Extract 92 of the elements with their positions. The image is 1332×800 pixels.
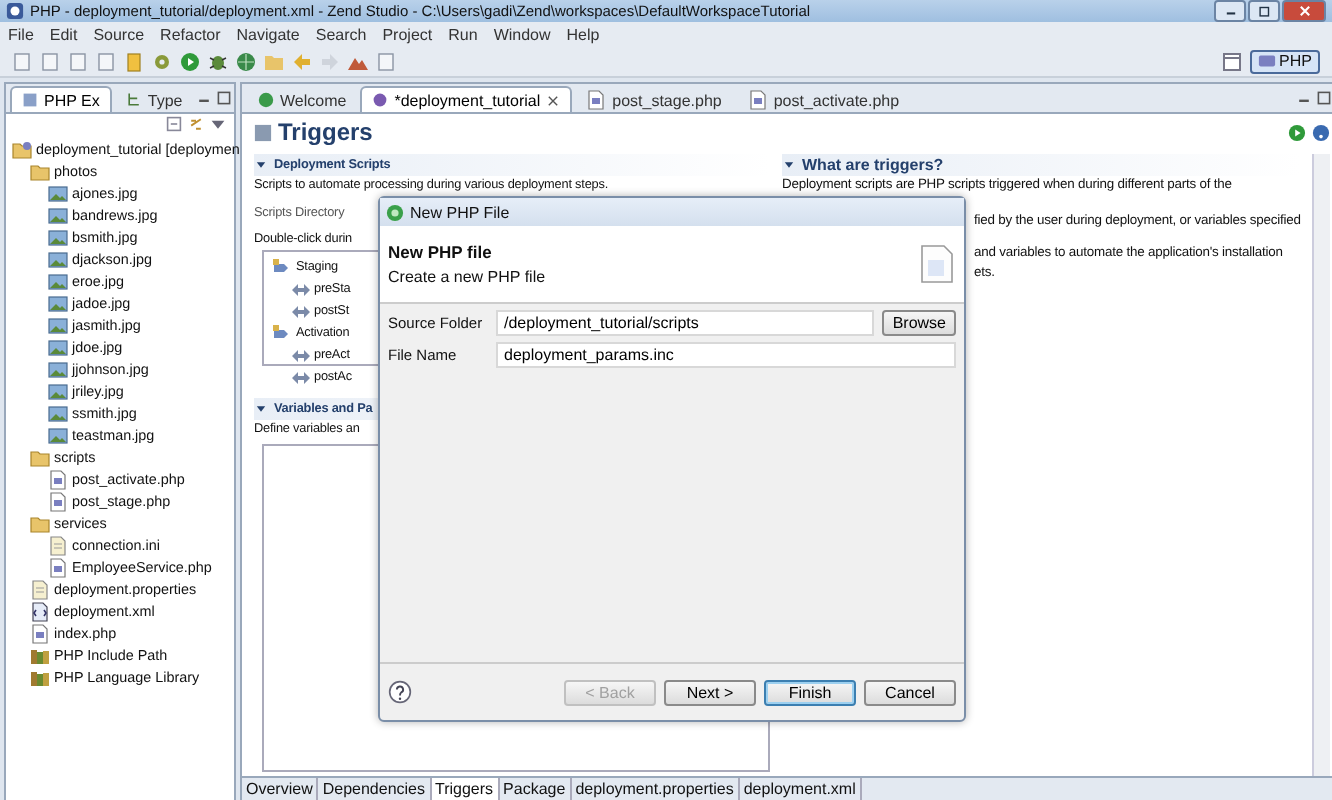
page-tab[interactable]: Package [499, 778, 572, 800]
collapse-icon[interactable] [166, 116, 182, 132]
library-icon [30, 645, 50, 665]
image-file-icon [48, 249, 68, 269]
php-file-icon [747, 90, 768, 110]
dialog-heading: New PHP file [388, 242, 494, 262]
app-icon [386, 203, 404, 221]
menu-item[interactable]: Window [493, 25, 551, 43]
close-button[interactable] [1282, 0, 1326, 22]
folder-icon [30, 161, 50, 181]
project-folder-icon [12, 139, 32, 159]
group-icon [272, 257, 292, 277]
dialog-button[interactable]: Cancel [864, 679, 956, 705]
page-title: Triggers [278, 118, 373, 146]
menu-item[interactable]: Edit [49, 25, 78, 43]
php-file-icon [48, 557, 68, 577]
node-icon [290, 367, 310, 387]
page-tab[interactable]: Triggers [431, 778, 500, 800]
hierarchy-icon [125, 92, 142, 108]
close-icon [1297, 4, 1311, 18]
page-tab[interactable]: Overview [242, 778, 319, 800]
image-file-icon [48, 315, 68, 335]
image-file-icon [48, 381, 68, 401]
menu-item[interactable]: Navigate [236, 25, 300, 43]
php-file-icon [48, 491, 68, 511]
node-icon [290, 301, 310, 321]
editor-tab[interactable]: post_stage.php [574, 86, 734, 112]
browse-button[interactable]: Browse [882, 310, 956, 336]
php-file-icon [916, 242, 956, 286]
maximize-icon[interactable] [1316, 90, 1332, 106]
text-field[interactable]: /deployment_tutorial/scripts [496, 310, 875, 336]
globe-icon [258, 92, 274, 108]
php-icon [1257, 52, 1276, 70]
dialog-description: Create a new PHP file [388, 268, 548, 286]
image-file-icon [48, 337, 68, 357]
image-file-icon [48, 227, 68, 247]
file-icon [30, 579, 50, 599]
group-icon [272, 323, 292, 343]
image-file-icon [48, 183, 68, 203]
php-file-icon [48, 469, 68, 489]
globe-icon[interactable] [236, 51, 256, 71]
php-file-icon [586, 90, 607, 110]
image-file-icon [48, 293, 68, 313]
view-tab[interactable]: PHP Ex [10, 86, 112, 112]
clipboard-icon[interactable] [124, 51, 144, 71]
dialog-button[interactable]: Next > [664, 679, 756, 705]
dialog-title: New PHP File [410, 203, 510, 221]
page-tab[interactable]: deployment.properties [571, 778, 740, 800]
maximize-icon[interactable] [216, 90, 233, 106]
xml-file-icon [30, 601, 50, 621]
view-tab[interactable]: Type [113, 86, 195, 112]
menu-item[interactable]: Run [448, 25, 478, 43]
scrollbar[interactable] [1312, 154, 1331, 776]
editor-tab[interactable]: *deployment_tutorial [360, 86, 573, 112]
menu-item[interactable]: File [8, 25, 34, 43]
image-file-icon [48, 403, 68, 423]
window-icon[interactable] [1221, 51, 1242, 71]
expand-icon [254, 158, 268, 172]
menu-item[interactable]: Help [566, 25, 600, 43]
image-file-icon [48, 271, 68, 291]
dialog-button[interactable]: Finish [764, 679, 856, 705]
new-file-icon[interactable] [12, 51, 32, 71]
php-file-icon [30, 623, 50, 643]
restore-icon [1257, 4, 1271, 18]
editor-tab[interactable]: Welcome [246, 86, 359, 112]
link-icon[interactable] [188, 116, 204, 132]
run-icon[interactable] [1288, 123, 1307, 141]
app-icon [6, 2, 24, 20]
run-icon[interactable] [180, 51, 200, 71]
folder-icon [30, 447, 50, 467]
maximize-button[interactable] [1248, 0, 1280, 22]
expand-icon [782, 158, 796, 172]
menu-item[interactable]: Refactor [160, 25, 221, 43]
menu-item[interactable]: Source [93, 25, 145, 43]
library-icon [30, 667, 50, 687]
debug-icon[interactable] [208, 51, 228, 71]
editor-tab[interactable]: post_activate.php [735, 86, 912, 112]
folder-icon [30, 513, 50, 533]
menu-item[interactable]: Search [315, 25, 367, 43]
text-field[interactable]: deployment_params.inc [496, 342, 956, 368]
expand-icon [254, 402, 268, 416]
document-icon[interactable] [376, 51, 396, 71]
image-file-icon [48, 425, 68, 445]
perspective-button[interactable]: PHP [1249, 49, 1320, 73]
node-icon [290, 345, 310, 365]
file-icon [48, 535, 68, 555]
image-file-icon [48, 205, 68, 225]
close-icon[interactable] [546, 93, 561, 107]
page-tab[interactable]: deployment.xml [739, 778, 862, 800]
menu-item[interactable]: Project [382, 25, 433, 43]
image-file-icon [48, 359, 68, 379]
node-icon [290, 279, 310, 299]
